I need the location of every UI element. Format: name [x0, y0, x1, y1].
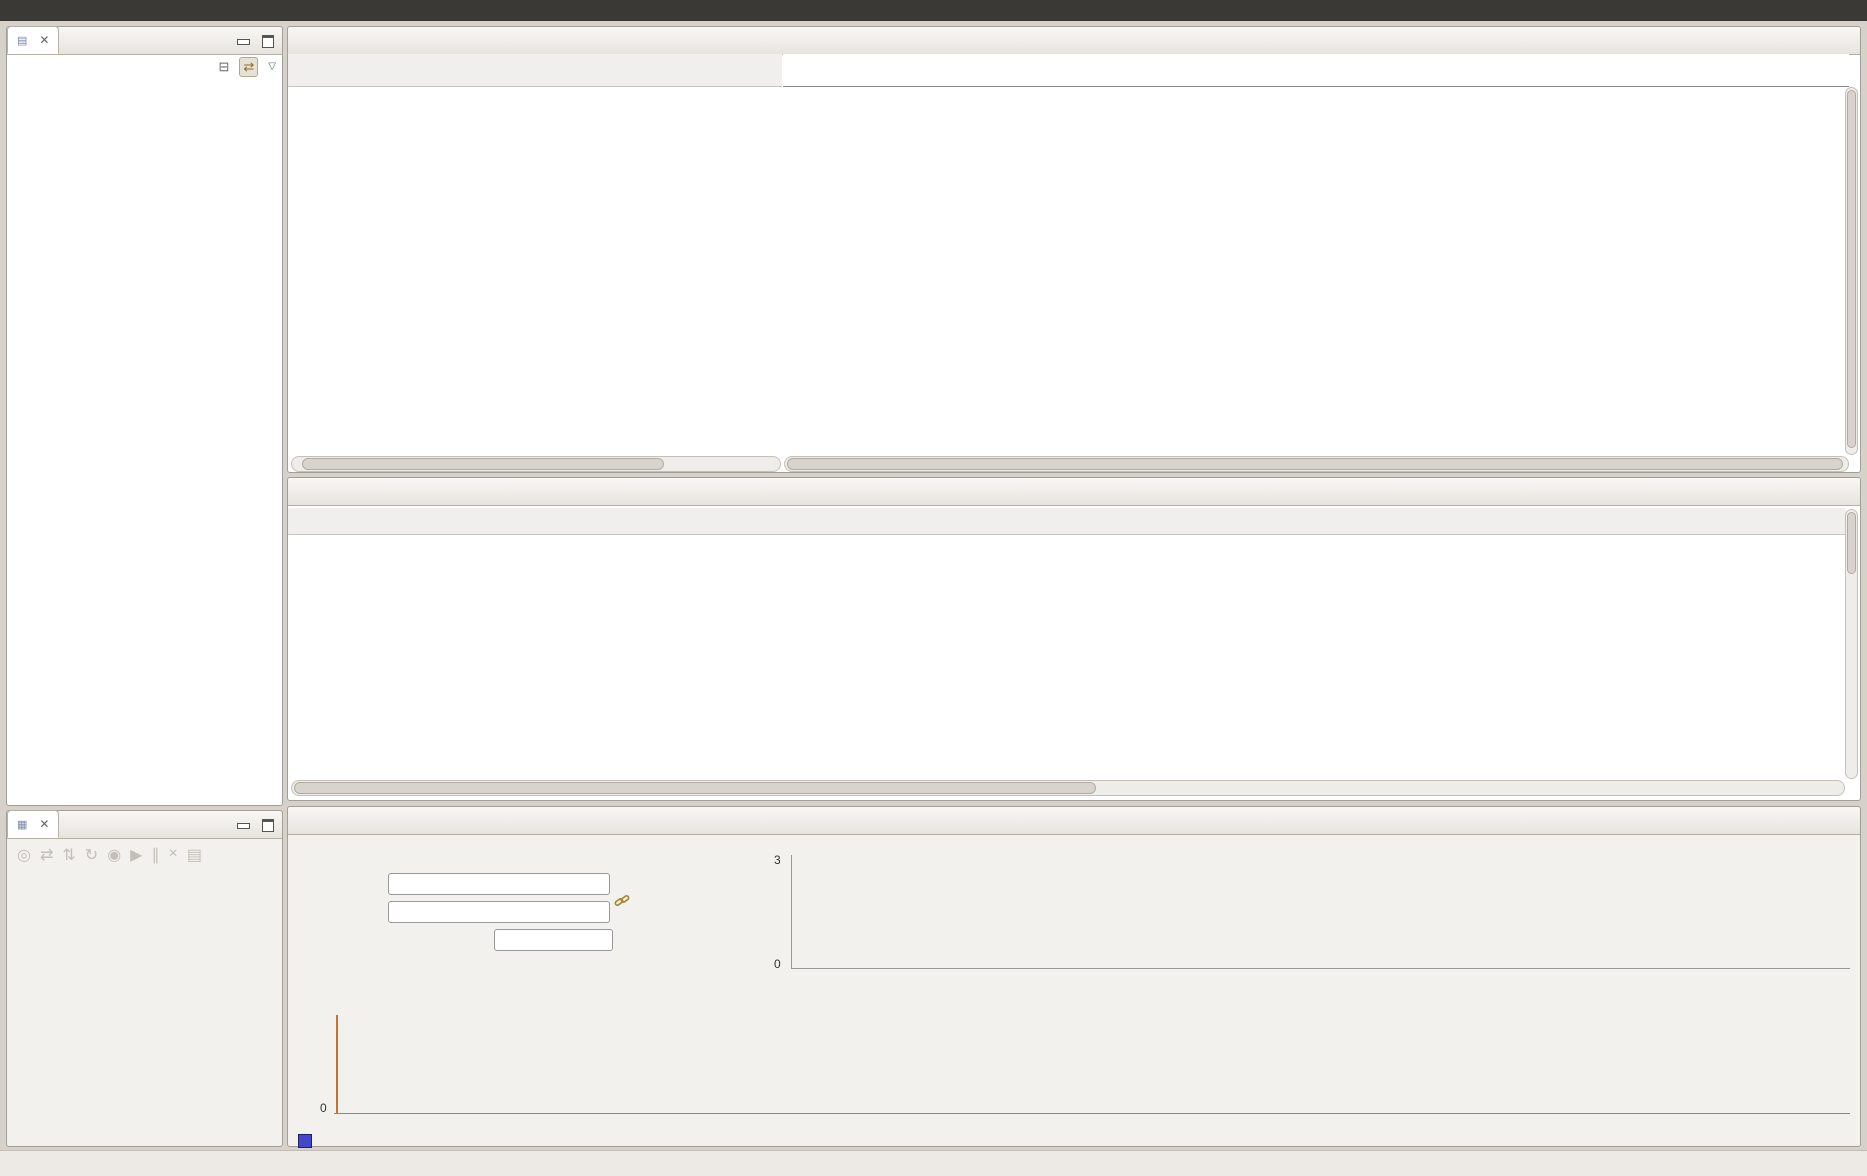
connect-icon[interactable]: ⇄ — [40, 845, 53, 865]
bottom-hist-ymin: 0 — [320, 1101, 327, 1115]
selection-end-field[interactable] — [388, 901, 610, 923]
events-panel — [287, 477, 1861, 801]
chart-vscrollbar[interactable] — [1845, 87, 1858, 455]
new-connection-icon[interactable]: ◎ — [17, 845, 31, 865]
project-explorer-tabbar: ▤ ✕ — [7, 27, 282, 55]
top-hist-ymin: 0 — [774, 957, 781, 971]
status-bar — [0, 1150, 1867, 1176]
maximize-icon[interactable] — [262, 35, 274, 48]
menu-bar — [0, 0, 1867, 21]
project-explorer-panel: ▤ ✕ ⊟ ⇄ ▽ — [6, 26, 283, 806]
legend-swatch — [298, 1134, 312, 1148]
view-menu-icon[interactable]: ▽ — [268, 59, 276, 75]
close-icon[interactable]: ✕ — [39, 33, 49, 47]
project-tree — [7, 85, 282, 805]
delete-icon[interactable]: × — [168, 845, 177, 865]
chart-hscrollbar[interactable] — [784, 456, 1849, 472]
control-icon: ▦ — [17, 818, 27, 831]
histogram-tabbar — [288, 807, 1860, 835]
events-vscrollbar[interactable] — [1845, 509, 1858, 779]
refresh-icon[interactable]: ↻ — [85, 845, 98, 865]
full-range-histogram[interactable] — [334, 1015, 1850, 1114]
application-window: ▤ ✕ ⊟ ⇄ ▽ — [0, 0, 1867, 1176]
maximize-icon[interactable] — [262, 819, 274, 832]
time-range-histogram[interactable] — [791, 855, 1850, 969]
histogram-panel: 3 0 0 — [287, 806, 1861, 1147]
link-with-editor-icon[interactable]: ⇄ — [239, 57, 258, 77]
start-icon[interactable]: ▶ — [130, 845, 142, 865]
minimize-icon[interactable] — [237, 823, 250, 829]
minimize-icon[interactable] — [237, 39, 250, 45]
window-span-field[interactable] — [494, 929, 613, 951]
close-icon[interactable]: ✕ — [39, 817, 49, 831]
control-flow-panel — [287, 26, 1861, 473]
project-explorer-icon: ▤ — [17, 34, 27, 47]
collapse-all-icon[interactable]: ⊟ — [218, 59, 229, 75]
control-panel: ▦ ✕ ◎ ⇄ ⇅ ↻ ◉ ▶ ∥ × ▤ — [6, 810, 283, 1147]
window-position-line[interactable] — [336, 1015, 338, 1113]
link-selection-icon[interactable] — [614, 893, 630, 909]
selection-start-field[interactable] — [388, 873, 610, 895]
new-session-icon[interactable]: ◉ — [107, 845, 121, 865]
disconnect-icon[interactable]: ⇅ — [62, 845, 75, 865]
tab-project-explorer[interactable]: ▤ ✕ — [7, 26, 59, 54]
control-tabbar: ▦ ✕ — [7, 811, 282, 839]
control-flow-rows — [288, 27, 1849, 455]
events-hscrollbar[interactable] — [291, 780, 1845, 796]
pause-icon[interactable]: ∥ — [151, 845, 159, 865]
events-table — [288, 478, 1860, 800]
top-hist-ymax: 3 — [774, 853, 781, 867]
tab-control[interactable]: ▦ ✕ — [7, 810, 59, 838]
process-table-hscrollbar[interactable] — [291, 456, 781, 472]
import-icon[interactable]: ▤ — [187, 845, 202, 865]
